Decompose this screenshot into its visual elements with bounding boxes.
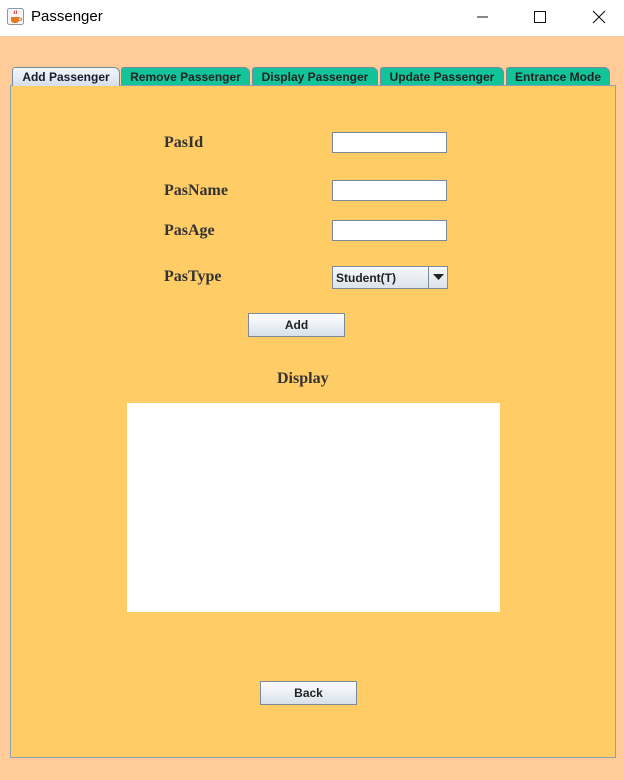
- pas-type-select[interactable]: Student(T): [332, 266, 448, 289]
- pas-type-selected: Student(T): [336, 271, 396, 285]
- close-icon: [592, 10, 606, 24]
- chevron-down-icon: [432, 274, 444, 280]
- tab-add-passenger[interactable]: Add Passenger: [12, 67, 120, 86]
- tab-update-passenger[interactable]: Update Passenger: [380, 67, 504, 85]
- pas-id-label: PasId: [164, 134, 204, 151]
- minimize-icon: [477, 16, 488, 18]
- java-coffee-icon: [7, 8, 24, 25]
- back-button[interactable]: Back: [260, 681, 357, 705]
- title-bar[interactable]: Passenger: [0, 0, 624, 36]
- pas-type-label: PasType: [164, 268, 222, 285]
- display-label: Display: [277, 370, 329, 387]
- tab-entrance-mode[interactable]: Entrance Mode: [506, 67, 610, 85]
- maximize-button[interactable]: [517, 0, 563, 34]
- pas-id-field[interactable]: [332, 132, 447, 153]
- display-text-area[interactable]: [127, 403, 500, 612]
- pas-age-field[interactable]: [332, 220, 447, 241]
- tab-display-passenger[interactable]: Display Passenger: [252, 67, 378, 85]
- minimize-button[interactable]: [460, 0, 506, 34]
- add-button[interactable]: Add: [248, 313, 345, 337]
- window-title: Passenger: [31, 8, 103, 25]
- dropdown-arrow-button[interactable]: [428, 267, 447, 288]
- maximize-icon: [534, 11, 546, 23]
- pas-name-field[interactable]: [332, 180, 447, 201]
- pas-age-label: PasAge: [164, 222, 215, 239]
- pas-name-label: PasName: [164, 182, 228, 199]
- close-button[interactable]: [576, 0, 622, 34]
- tab-remove-passenger[interactable]: Remove Passenger: [121, 67, 250, 85]
